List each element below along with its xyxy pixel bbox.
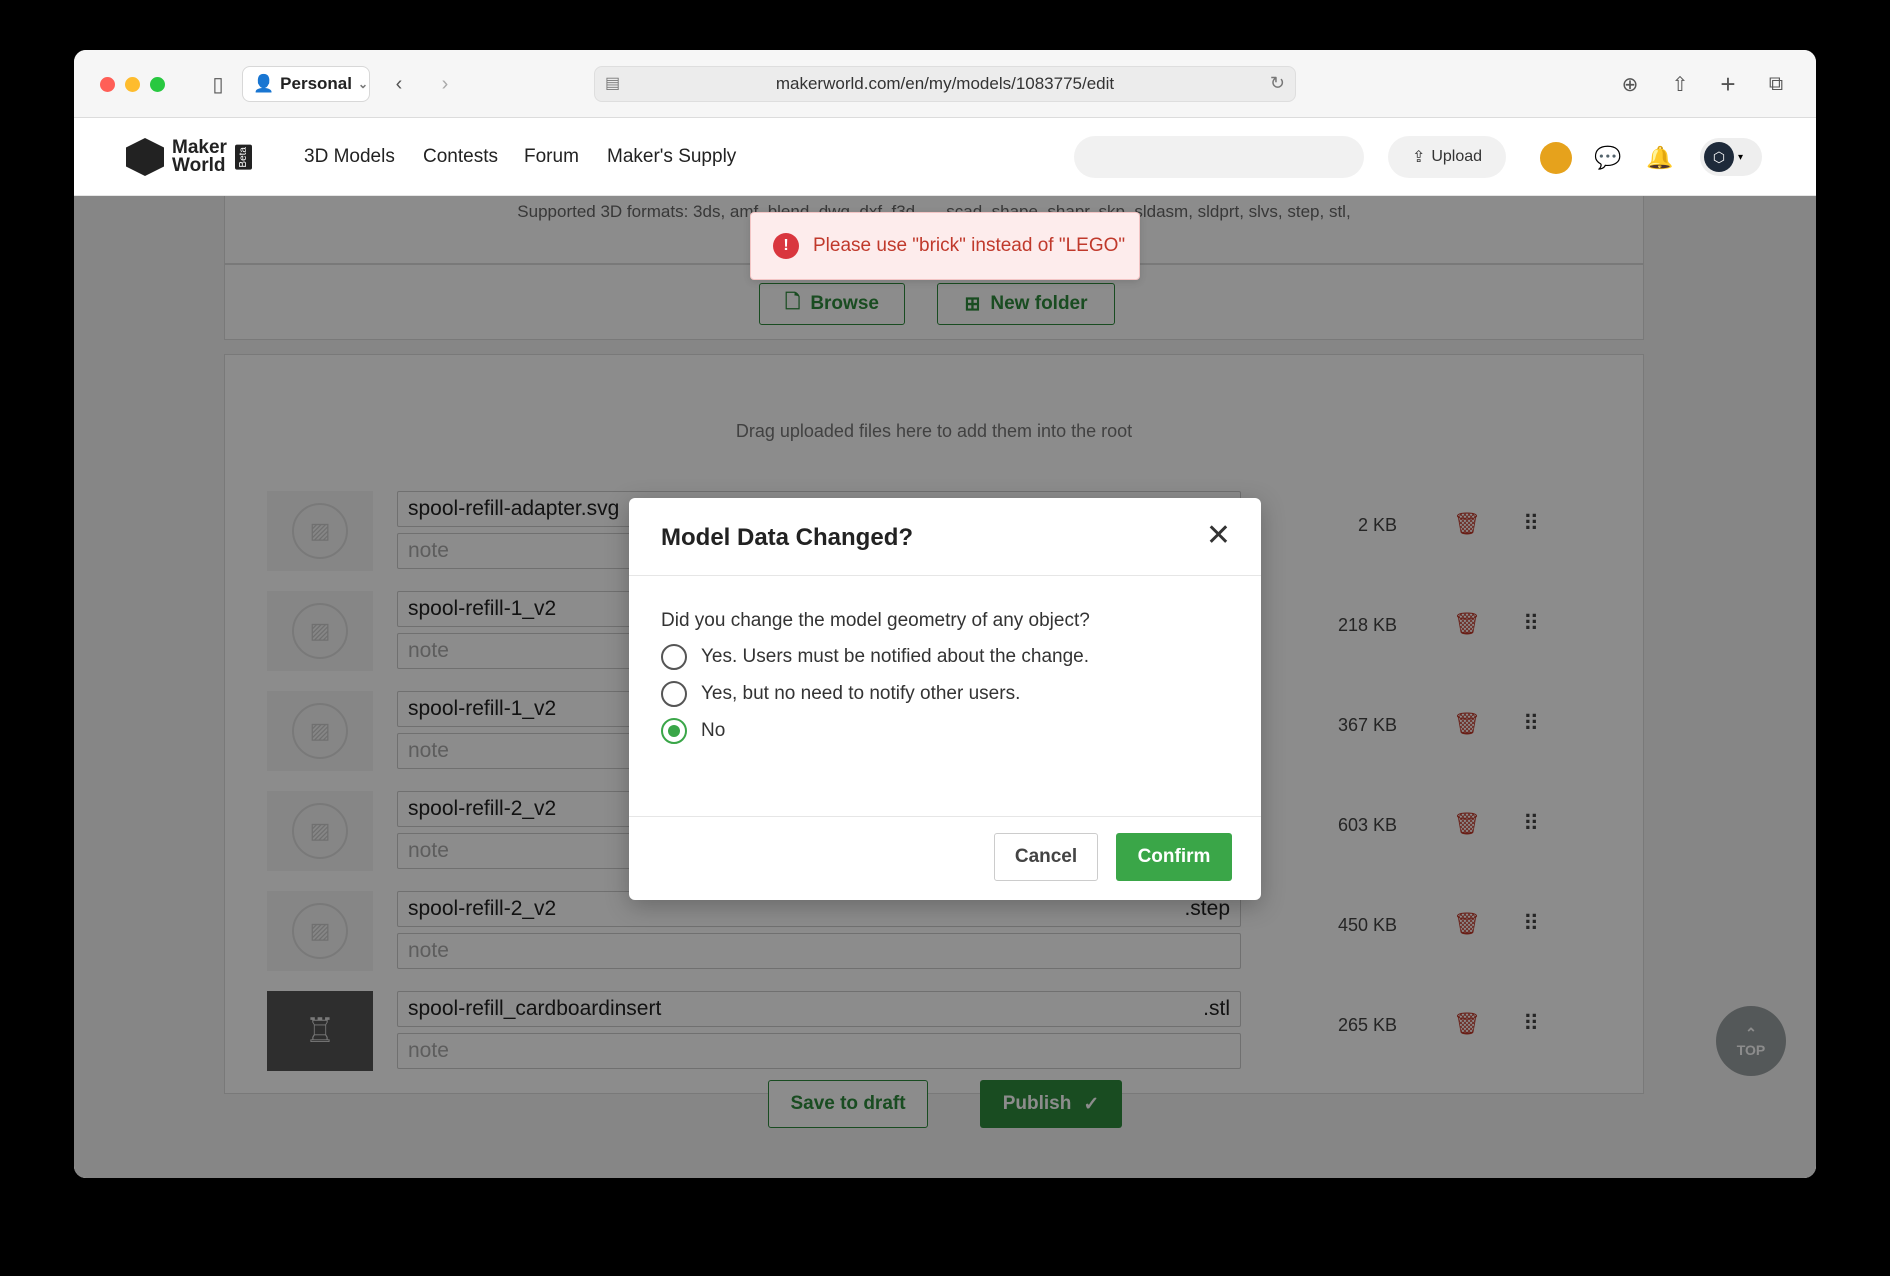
option-no-notify[interactable]: Yes, but no need to notify other users. [661,681,1020,707]
profile-label: Personal [280,74,352,93]
forward-icon[interactable]: › [430,68,460,100]
minimize-window-button[interactable] [125,77,140,92]
close-icon[interactable]: ✕ [1206,518,1231,553]
user-avatar-menu[interactable]: ⬡ ▾ [1700,138,1762,176]
option-no[interactable]: No [661,718,725,744]
tab-overview-icon[interactable]: ⧉ [1760,68,1792,100]
new-tab-icon[interactable]: + [1712,68,1744,100]
beta-badge: Beta [234,144,252,170]
notifications-bell-icon[interactable]: 🔔 [1642,140,1678,176]
logo-mark-icon [126,138,164,176]
dialog-question: Did you change the model geometry of any… [661,610,1090,631]
toast-message: Please use "brick" instead of "LEGO" [813,235,1126,256]
sidebar-toggle-icon[interactable]: ▯ [202,68,234,100]
chevron-down-icon: ⌄ [357,77,369,91]
option-label: No [701,720,726,741]
radio-button-selected[interactable] [661,718,687,744]
share-icon[interactable]: ⇧ [1664,68,1696,100]
url-text: makerworld.com/en/my/models/1083775/edit [775,74,1115,93]
dialog-footer: Cancel Confirm [629,816,1261,900]
address-bar[interactable]: ▤ makerworld.com/en/my/models/1083775/ed… [594,66,1296,102]
chevron-down-icon: ▾ [1738,151,1744,163]
browser-toolbar: ▯ 👤 Personal ⌄ ‹ › ▤ makerworld.com/en/m… [74,50,1816,118]
site-header: Maker World Beta 3D Models Contests Foru… [74,118,1816,196]
messages-icon[interactable]: 💬 [1590,140,1626,176]
option-label: Yes. Users must be notified about the ch… [701,646,1089,667]
logo-text: Maker World [172,138,227,176]
dialog-title: Model Data Changed? [661,524,914,551]
upload-label: Upload [1431,148,1483,165]
dialog-header: Model Data Changed? ✕ [629,498,1261,576]
nav-makers-supply[interactable]: Maker's Supply [607,146,736,168]
points-coin-icon[interactable] [1540,142,1572,174]
nav-contests[interactable]: Contests [423,146,498,168]
error-icon: ! [773,233,799,259]
model-data-changed-dialog: Model Data Changed? ✕ Did you change the… [629,498,1261,900]
logo-line2: World [172,155,226,176]
close-window-button[interactable] [100,77,115,92]
profile-selector[interactable]: 👤 Personal ⌄ [242,66,370,102]
upload-button[interactable]: ⇪ Upload [1388,136,1506,178]
error-toast: ! Please use "brick" instead of "LEGO" [750,212,1140,280]
search-input[interactable] [1074,136,1364,178]
page-settings-icon[interactable]: ▤ [605,73,620,93]
zoom-window-button[interactable] [150,77,165,92]
nav-3d-models[interactable]: 3D Models [304,146,395,168]
downloads-icon[interactable]: ⊕ [1614,68,1646,100]
option-label: Yes, but no need to notify other users. [701,683,1021,704]
option-notify-users[interactable]: Yes. Users must be notified about the ch… [661,644,1089,670]
back-icon[interactable]: ‹ [384,68,414,100]
avatar: ⬡ [1704,142,1734,172]
browser-window: ▯ 👤 Personal ⌄ ‹ › ▤ makerworld.com/en/m… [74,50,1816,1178]
nav-forum[interactable]: Forum [524,146,579,168]
radio-button[interactable] [661,681,687,707]
radio-button[interactable] [661,644,687,670]
page: Maker World Beta 3D Models Contests Foru… [74,118,1816,1178]
makerworld-logo[interactable]: Maker World Beta [126,138,252,176]
upload-icon: ⇪ [1411,149,1426,166]
confirm-button[interactable]: Confirm [1116,833,1232,881]
person-icon: 👤 [253,74,275,93]
cancel-button[interactable]: Cancel [994,833,1098,881]
reload-icon[interactable]: ↻ [1270,73,1285,94]
